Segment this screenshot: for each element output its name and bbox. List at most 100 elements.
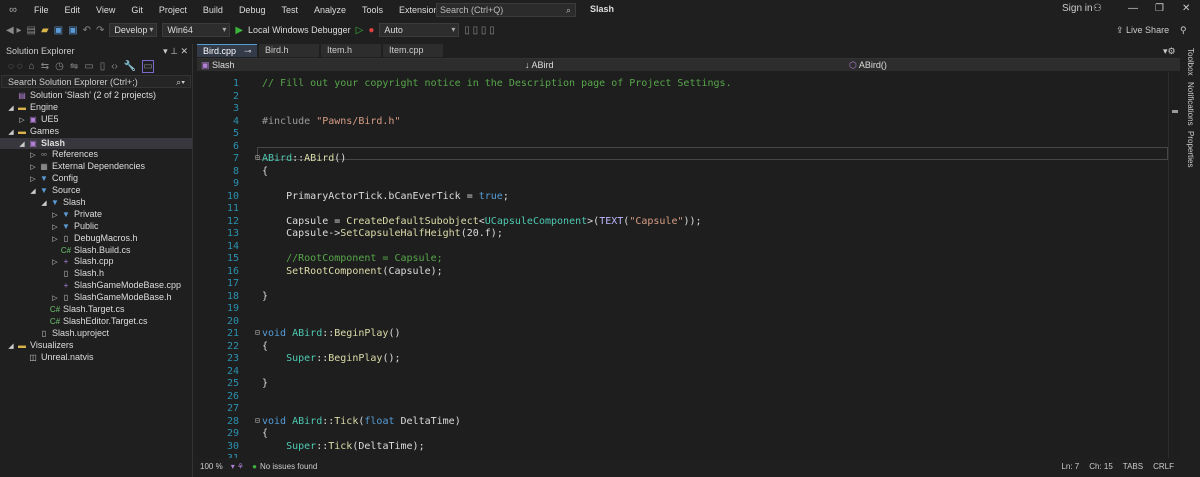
tree-item[interactable]: ▷ ▣ UE5 [0, 114, 192, 126]
tree-item[interactable]: ▷ ▦ External Dependencies [0, 161, 192, 173]
tree-item[interactable]: ◢ ▬ Visualizers [0, 340, 192, 352]
class-dropdown[interactable]: ↓ ABird [521, 59, 845, 71]
tab-options-icon[interactable]: ▾⚙ [1163, 46, 1176, 57]
vertical-scrollbar[interactable] [1168, 72, 1180, 458]
sign-in-link[interactable]: Sign in [1062, 3, 1093, 14]
back-icon[interactable]: ◀ ▸ [6, 25, 22, 36]
collapse-toggle-icon[interactable]: ⊟ [255, 153, 260, 162]
tree-item[interactable]: ▷ ▫▫ References [0, 149, 192, 161]
platform-dropdown[interactable]: Win64 [162, 23, 231, 37]
tree-item[interactable]: ◢ ▼ Slash [0, 197, 192, 209]
code-line[interactable]: { [262, 341, 268, 354]
code-line[interactable]: Super::Tick(DeltaTime); [262, 441, 425, 454]
tree-item[interactable]: ◫ Unreal.natvis [0, 352, 192, 364]
home-icon[interactable]: ⌂ [29, 61, 35, 72]
panel-controls-icon[interactable]: ▾ ⊥ ✕ [163, 44, 188, 58]
tree-item[interactable]: ▷ ▼ Private [0, 209, 192, 221]
member-dropdown[interactable]: ⬡ ABird() [845, 59, 1169, 71]
code-line[interactable]: PrimaryActorTick.bCanEverTick = true; [262, 191, 509, 204]
configuration-dropdown[interactable]: Develop [109, 23, 158, 37]
zoom-level[interactable]: 100 % [200, 462, 223, 471]
tree-item[interactable]: ▯ Slash.uproject [0, 328, 192, 340]
tree-item[interactable]: ▷ ▯ SlashGameModeBase.h [0, 292, 192, 304]
code-line[interactable]: #include "Pawns/Bird.h" [262, 116, 400, 129]
feedback-icon[interactable]: ⚲ [1180, 25, 1187, 36]
tab-item-h[interactable]: Item.h [321, 44, 381, 57]
code-view-icon[interactable]: ‹› [111, 61, 118, 72]
code-line[interactable]: } [262, 291, 268, 304]
auto-dropdown[interactable]: Auto [379, 23, 460, 37]
tree-item[interactable]: ◢ ▬ Engine [0, 102, 192, 114]
hot-reload-icon[interactable]: ● [368, 25, 374, 36]
zoom-dropdown-icon[interactable]: ▾ ⚘ [231, 462, 244, 471]
tree-item[interactable]: ◢ ▬ Games [0, 126, 192, 138]
start-without-debug-icon[interactable]: ▷ [356, 25, 364, 36]
preview-icon[interactable]: ▭ [142, 59, 154, 73]
line-endings[interactable]: CRLF [1153, 462, 1174, 471]
show-all-files-icon[interactable]: ▯ [100, 61, 106, 72]
code-line[interactable]: SetRootComponent(Capsule); [262, 266, 443, 279]
properties-icon[interactable]: 🔧 [124, 61, 136, 72]
tree-item[interactable]: ◢ ▣ Slash [0, 137, 192, 150]
tree-item[interactable]: ▷ ▯ DebugMacros.h [0, 233, 192, 245]
redo-icon[interactable]: ↷ [96, 25, 104, 36]
side-tab-notifications[interactable]: Notifications [1186, 82, 1195, 126]
tab-bird-cpp[interactable]: Bird.cpp⊸ ✕ [197, 44, 257, 69]
issues-status[interactable]: No issues found [260, 462, 317, 471]
tree-item[interactable]: ◢ ▼ Source [0, 185, 192, 197]
menu-debug[interactable]: Debug [231, 5, 274, 15]
close-button[interactable]: ✕ [1182, 3, 1190, 14]
solution-search-input[interactable]: Search Solution Explorer (Ctrl+;) ⌕▾ [1, 75, 191, 88]
tab-bird-h[interactable]: Bird.h [259, 44, 319, 57]
indent-mode[interactable]: TABS [1123, 462, 1143, 471]
tree-item[interactable]: C# SlashEditor.Target.cs [0, 316, 192, 328]
code-line[interactable]: { [262, 166, 268, 179]
tree-item[interactable]: ▷ ▼ Public [0, 221, 192, 233]
menu-edit[interactable]: Edit [57, 5, 89, 15]
code-line[interactable]: Capsule->SetCapsuleHalfHeight(20.f); [262, 228, 503, 241]
code-line[interactable]: // Fill out your copyright notice in the… [262, 78, 732, 91]
code-line[interactable]: void ABird::Tick(float DeltaTime) [262, 416, 461, 429]
tree-item[interactable]: ▤ Solution 'Slash' (2 of 2 projects) [0, 90, 192, 102]
menu-git[interactable]: Git [123, 5, 151, 15]
menu-test[interactable]: Test [273, 5, 306, 15]
menu-tools[interactable]: Tools [354, 5, 391, 15]
code-line[interactable]: } [262, 378, 268, 391]
local-debugger-button[interactable]: Local Windows Debugger [248, 25, 351, 35]
code-line[interactable]: ABird::ABird() [262, 153, 346, 166]
tree-item[interactable]: ▯ Slash.h [0, 268, 192, 280]
code-line[interactable]: //RootComponent = Capsule; [262, 253, 443, 266]
code-line[interactable]: { [262, 428, 268, 441]
tree-item[interactable]: ▷ ▼ Config [0, 173, 192, 185]
side-tab-toolbox[interactable]: Toolbox [1186, 48, 1195, 76]
pending-changes-icon[interactable]: ◷ [55, 61, 64, 72]
code-editor[interactable]: 1 // Fill out your copyright notice in th… [197, 72, 1168, 458]
undo-icon[interactable]: ↶ [83, 25, 91, 36]
code-line[interactable]: Super::BeginPlay(); [262, 353, 400, 366]
sync-icon[interactable]: ⇋ [70, 61, 78, 72]
code-line[interactable]: void ABird::BeginPlay() [262, 328, 401, 341]
collapse-toggle-icon[interactable]: ⊟ [255, 416, 260, 425]
tree-item[interactable]: C# Slash.Build.cs [0, 245, 192, 257]
menu-project[interactable]: Project [151, 5, 195, 15]
minimize-button[interactable]: — [1128, 3, 1138, 14]
menu-analyze[interactable]: Analyze [306, 5, 354, 15]
save-all-icon[interactable]: ▣ [68, 25, 77, 36]
code-line[interactable]: Capsule = CreateDefaultSubobject<UCapsul… [262, 216, 701, 229]
tree-item[interactable]: ▷ + Slash.cpp [0, 256, 192, 268]
side-tab-properties[interactable]: Properties [1186, 131, 1195, 167]
search-input[interactable]: Search (Ctrl+Q) ⌕ [436, 3, 576, 17]
menu-view[interactable]: View [88, 5, 123, 15]
save-icon[interactable]: ▣ [54, 25, 63, 36]
collapse-all-icon[interactable]: ▭ [84, 61, 93, 72]
tree-item[interactable]: C# Slash.Target.cs [0, 304, 192, 316]
live-share-button[interactable]: ⇪ Live Share [1116, 25, 1169, 36]
tab-item-cpp[interactable]: Item.cpp [383, 44, 443, 57]
menu-build[interactable]: Build [195, 5, 231, 15]
account-icon[interactable]: ⚇ [1093, 3, 1102, 14]
scroll-thumb[interactable] [1172, 110, 1178, 113]
bookmark-icon[interactable]: ▯ ▯ ▯ ▯ [464, 25, 494, 36]
collapse-toggle-icon[interactable]: ⊟ [255, 328, 260, 337]
switch-views-icon[interactable]: ⇆ [41, 61, 49, 72]
project-dropdown[interactable]: ▣ Slash [197, 59, 521, 71]
